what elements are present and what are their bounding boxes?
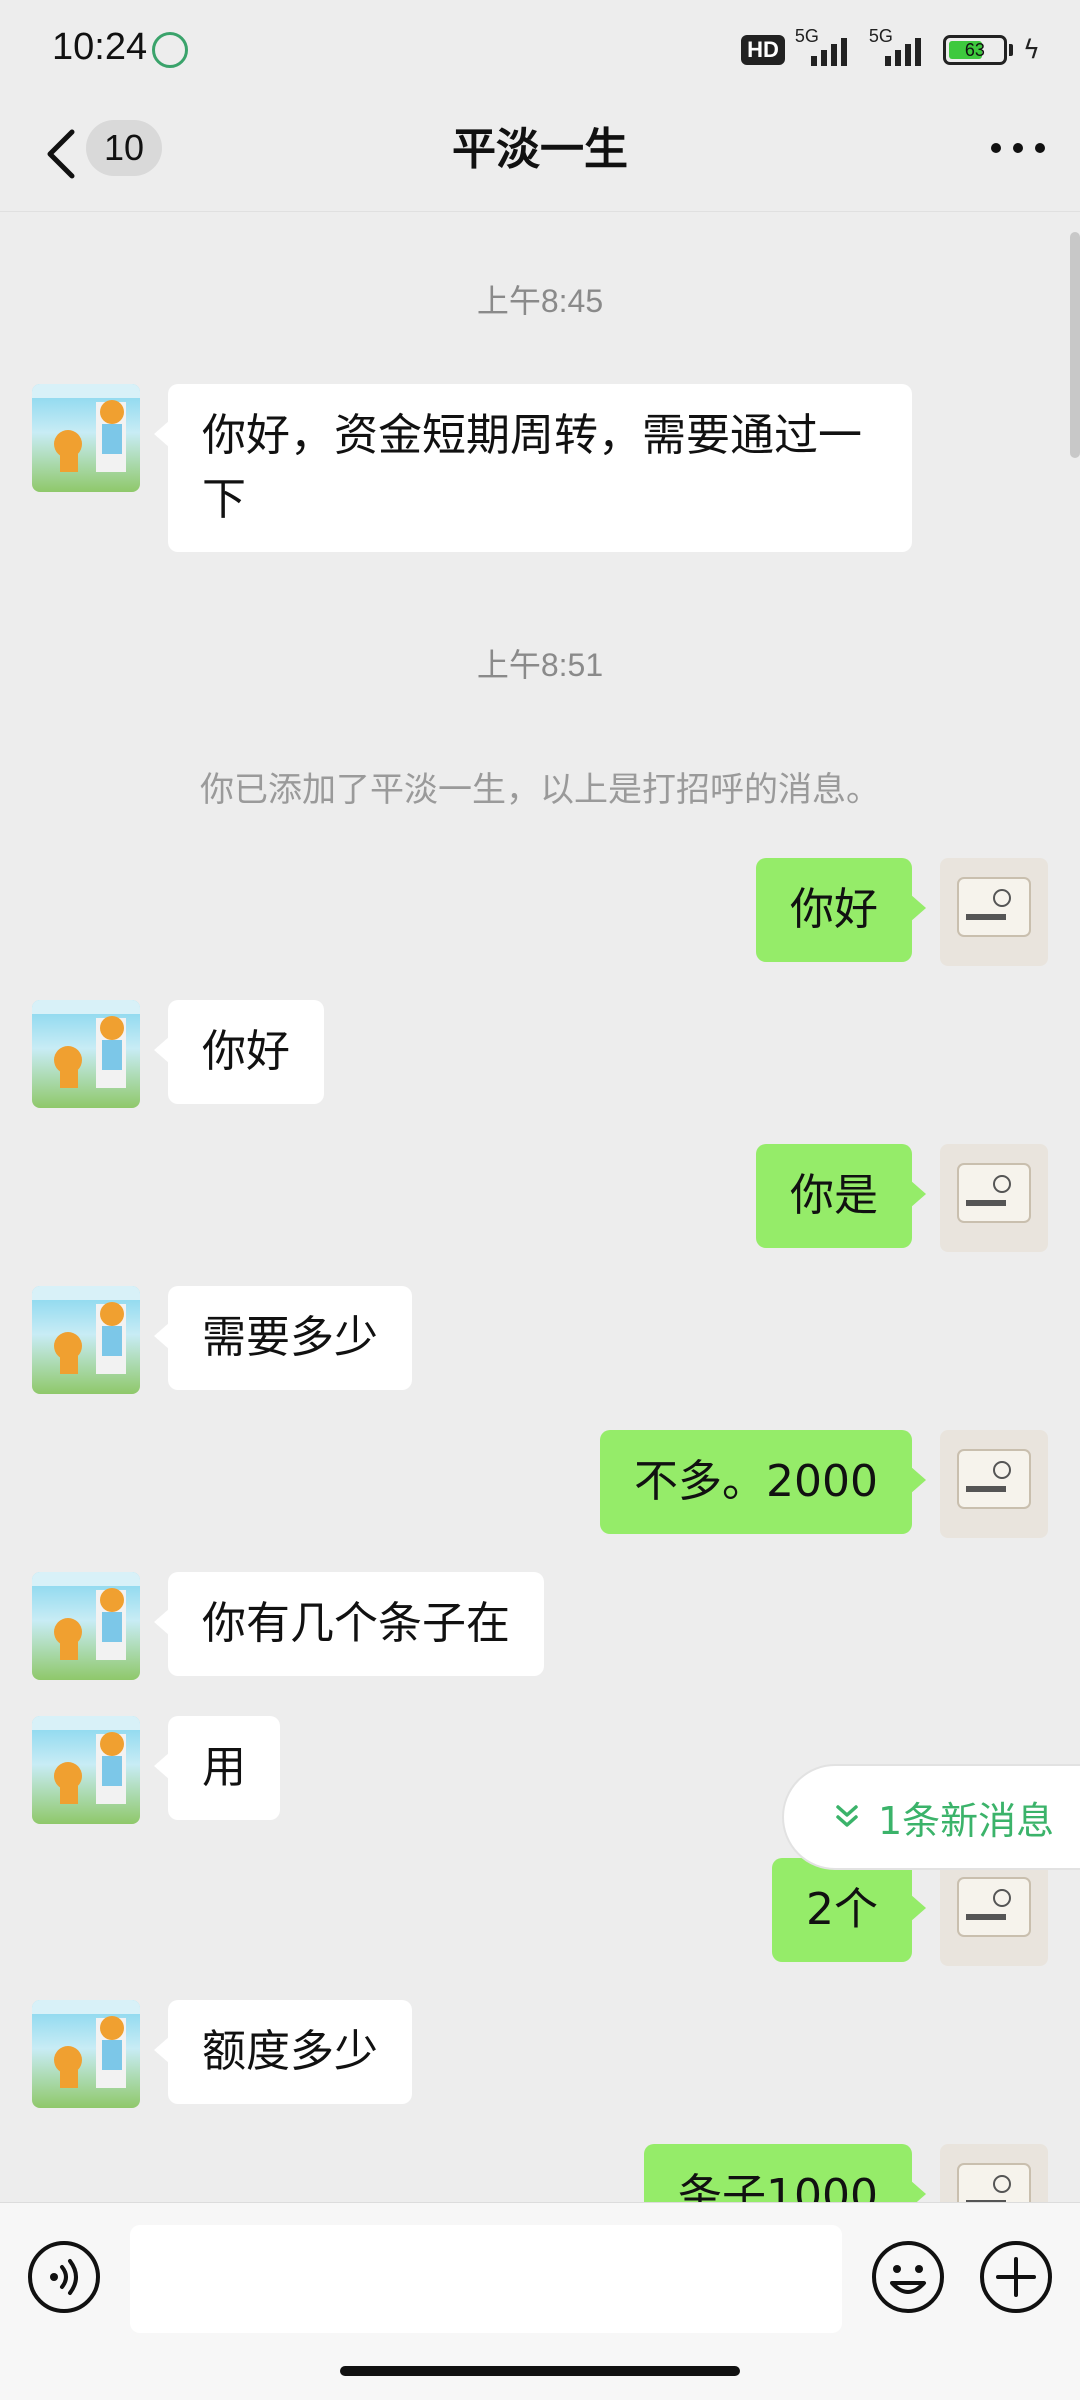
battery-cap — [1008, 44, 1013, 56]
received-message[interactable]: 额度多少 — [154, 2000, 412, 2104]
my-avatar[interactable] — [940, 2144, 1048, 2202]
message-input[interactable] — [130, 2225, 842, 2333]
received-message[interactable]: 你好 — [154, 1000, 324, 1104]
new-message-button[interactable]: 1条新消息 — [782, 1764, 1080, 1870]
my-avatar[interactable] — [940, 1858, 1048, 1966]
scrollbar[interactable] — [1070, 232, 1080, 458]
sent-message[interactable]: 条子1000 — [644, 2144, 926, 2202]
sent-message[interactable]: 2个 — [772, 1858, 926, 1962]
status-time: 10:24 — [52, 26, 148, 68]
status-indicators: HD 5G 5G 63 ϟ — [741, 26, 1040, 70]
message-text: 你好，资金短期周转，需要通过一 — [202, 410, 862, 461]
message-text-continued: 下 — [202, 474, 246, 525]
contact-avatar[interactable] — [32, 1716, 140, 1824]
voice-input-icon[interactable] — [26, 2239, 102, 2315]
system-message: 你已添加了平淡一生，以上是打招呼的消息。 — [200, 770, 880, 810]
received-message[interactable]: 需要多少 — [154, 1286, 412, 1390]
more-options-icon[interactable] — [986, 128, 1050, 168]
status-bar: 10:24 HD 5G 5G 63 ϟ — [0, 0, 1080, 100]
timestamp: 上午8:51 — [476, 647, 604, 683]
message-list[interactable]: 上午8:45 你好，资金短期周转，需要通过一 下 上午8:51 你已添加了平淡一… — [0, 212, 1080, 2202]
my-avatar[interactable] — [940, 858, 1048, 966]
chat-title: 平淡一生 — [452, 124, 628, 175]
my-avatar[interactable] — [940, 1430, 1048, 1538]
plus-icon[interactable] — [978, 2239, 1054, 2315]
contact-avatar[interactable] — [32, 2000, 140, 2108]
contact-avatar[interactable] — [32, 1572, 140, 1680]
contact-avatar[interactable] — [32, 1286, 140, 1394]
double-chevron-down-icon — [836, 1805, 858, 1827]
sent-message[interactable]: 不多。2000 — [600, 1430, 926, 1534]
received-message[interactable]: 你有几个条子在 — [154, 1572, 544, 1676]
contact-avatar[interactable] — [32, 384, 140, 492]
contact-avatar[interactable] — [32, 1000, 140, 1108]
hd-badge: HD — [741, 35, 785, 65]
signal-icon: 5G — [795, 26, 859, 70]
emoji-icon[interactable] — [870, 2239, 946, 2315]
received-message[interactable]: 用 — [154, 1716, 280, 1820]
timestamp: 上午8:45 — [476, 283, 604, 319]
received-message[interactable]: 你好，资金短期周转，需要通过一 下 — [154, 384, 912, 552]
home-indicator[interactable] — [340, 2366, 740, 2376]
sent-message[interactable]: 你好 — [756, 858, 926, 962]
sent-message[interactable]: 你是 — [756, 1144, 926, 1248]
my-avatar[interactable] — [940, 1144, 1048, 1252]
battery-icon: 63 — [942, 35, 1007, 65]
battery-level: 63 — [964, 40, 985, 60]
app-notification-icon — [152, 32, 188, 68]
new-message-label: 1条新消息 — [878, 1798, 1055, 1843]
signal-icon-2: 5G — [869, 26, 933, 70]
charging-icon: ϟ — [1022, 35, 1040, 65]
